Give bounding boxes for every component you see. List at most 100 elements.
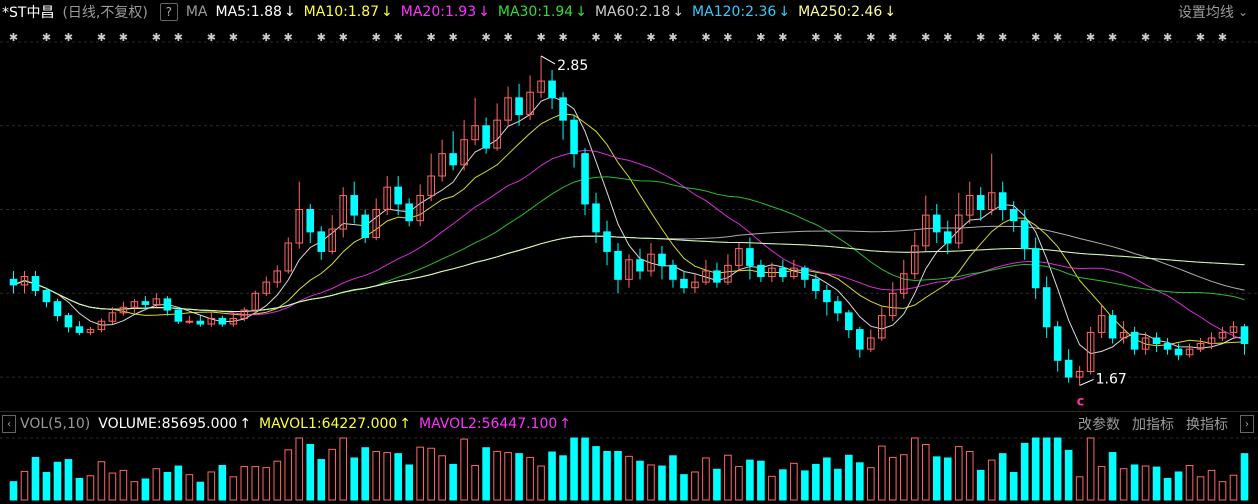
event-marker-icon: ✱ [372,31,381,44]
volume-bar [86,475,95,501]
volume-bar [680,474,688,501]
candle-body [823,290,831,303]
volume-bar [493,450,501,501]
event-marker-icon: ✱ [701,31,710,44]
event-marker-icon: ✱ [976,31,985,44]
volume-bar [75,477,84,501]
candle-body [592,203,600,233]
candle-body [196,320,205,325]
volume-bar [185,474,194,501]
candle-body [757,264,765,278]
volume-bar [9,481,18,501]
candle-body [64,315,73,328]
candle-body [801,267,809,280]
candle-body [998,192,1007,211]
volume-bar [691,471,699,501]
volume-bar [1196,476,1205,501]
volume-bar [1218,481,1227,501]
volume-bar [1130,464,1139,501]
event-marker-icon: ✱ [9,31,18,44]
volume-bar [1152,466,1161,501]
volume-bar [910,437,919,501]
event-marker-icon: ✱ [262,31,271,44]
price-chart[interactable]: ✱ ✱ ✱ ✱ ✱ ✱ ✱ ✱ ✱ ✱ ✱ ✱ ✱ ✱ ✱ ✱ ✱ ✱ ✱ ✱ ✱ ✱ ✱ ✱ ✱ ✱ ✱ ✱ ✱ ✱ ✱ ✱ ✱ ✱ ✱ ✱ ✱ ✱ ✱ ✱… [0,0,1258,504]
event-marker-icon: ✱ [207,31,216,44]
ma-line-30 [13,176,1245,313]
volume-bar [1097,466,1106,501]
candle-body [943,231,952,244]
volume-bar [416,446,424,501]
event-marker-icon: ✱ [998,31,1007,44]
volume-bar [372,450,381,501]
volume-bar [262,467,271,501]
volume-bar [856,462,864,501]
volume-bar [130,481,139,501]
volume-bar [987,459,996,501]
event-marker-icon: ✱ [42,31,51,44]
candle-body [713,270,721,283]
candle-body [1064,359,1073,378]
event-marker-icon: ✱ [591,31,600,44]
volume-bar [295,437,304,501]
volume-bar [328,448,337,501]
event-marker-icon: ✱ [1218,31,1227,44]
volume-bar [229,476,238,501]
volume-bar [965,450,974,501]
volume-bar [537,465,545,501]
candle-body [614,250,622,280]
volume-bar [427,447,435,501]
volume-bar [1086,437,1095,501]
candle-body [834,301,842,314]
event-marker-icon: ✱ [97,31,106,44]
volume-bar [845,454,853,501]
event-marker-icon: ✱ [339,31,348,44]
candle-body [1130,331,1139,350]
event-marker-icon: ✱ [284,31,293,44]
volume-bar [647,464,655,501]
volume-bar [504,452,512,501]
volume-bar [405,464,413,501]
volume-bar [768,475,776,501]
volume-bar [1064,449,1073,501]
candle-body [603,231,611,252]
event-marker-icon: ✱ [64,31,73,44]
volume-bar [1240,453,1249,501]
event-marker-icon: ✱ [613,31,622,44]
event-marker-icon: ✱ [1086,31,1095,44]
volume-bar [757,460,765,501]
candle-body [636,259,644,272]
volume-bar [218,464,227,501]
volume-bar [790,462,798,501]
volume-bar [1229,474,1238,501]
volume-bar [713,468,721,501]
volume-bar [976,469,985,501]
candle-body [482,125,490,149]
volume-bar [339,437,348,501]
volume-bar [207,471,216,501]
volume-bar [581,437,589,501]
volume-bar [53,461,62,501]
volume-bar [196,481,205,501]
candle-body [449,153,457,166]
volume-bar [998,453,1007,501]
event-marker-icon: ✱ [723,31,732,44]
candle-body [163,298,172,311]
volume-bar [932,456,941,501]
event-marker-icon: ✱ [558,31,567,44]
volume-bar [152,468,161,501]
volume-bar [284,449,293,501]
volume-bar [273,460,282,501]
ma-line-10 [13,113,1245,347]
volume-bar [801,470,809,501]
event-marker-icon: ✱ [427,31,436,44]
event-marker-icon: ✱ [921,31,930,44]
candle-body [1152,337,1161,345]
event-marker-icon: ✱ [1108,31,1117,44]
volume-bar [1108,452,1117,501]
volume-bar [306,443,315,501]
volume-bar [471,464,479,501]
volume-bar [515,453,523,501]
high-price-label: 2.85 [557,58,588,74]
volume-bar [548,451,556,501]
candle-body [548,80,556,99]
